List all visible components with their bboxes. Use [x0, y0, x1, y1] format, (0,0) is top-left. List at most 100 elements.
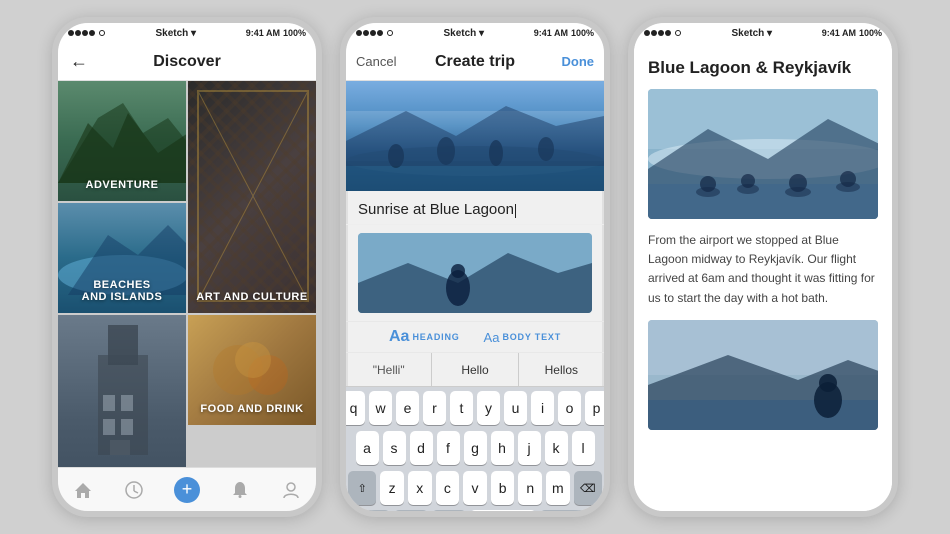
tab-profile[interactable]	[281, 480, 301, 500]
autocomplete-bar: "Helli" Hello Hellos	[346, 353, 604, 387]
autocomplete-2-text: Hello	[461, 363, 488, 377]
blog-hero-image	[648, 89, 878, 219]
key-e[interactable]: e	[396, 391, 419, 425]
category-beaches[interactable]: Beachesand Islands	[58, 203, 186, 313]
key-h[interactable]: h	[491, 431, 514, 465]
key-x[interactable]: x	[408, 471, 432, 505]
kb-row-2: a s d f g h j k l	[346, 427, 604, 467]
network-label: Sketch ▾	[155, 28, 196, 39]
time-label-2: 9:41 AM	[534, 28, 568, 38]
key-o[interactable]: o	[558, 391, 581, 425]
tab-bar-1: +	[58, 467, 316, 511]
key-space[interactable]: space	[470, 510, 536, 511]
art-label: Art and Culture	[188, 291, 316, 303]
category-food[interactable]: Food and Drink	[188, 315, 316, 425]
key-k[interactable]: k	[545, 431, 568, 465]
key-n[interactable]: n	[518, 471, 542, 505]
key-l[interactable]: l	[572, 431, 595, 465]
signal-dots	[68, 28, 106, 39]
key-y[interactable]: y	[477, 391, 500, 425]
key-s[interactable]: s	[383, 431, 406, 465]
create-trip-screen: Sunrise at Blue Lagoon Aa HEADING Aa BOD…	[346, 81, 604, 511]
adventure-label: Adventure	[58, 179, 186, 191]
category-art[interactable]: Art and Culture	[188, 81, 316, 313]
food-label: Food and Drink	[188, 403, 316, 415]
key-u[interactable]: u	[504, 391, 527, 425]
category-extra[interactable]	[58, 315, 186, 467]
blog-screen: Blue Lagoon & Reykjavík	[634, 43, 892, 511]
key-123[interactable]: 123	[350, 510, 390, 511]
heading-label: HEADING	[412, 332, 459, 342]
status-bar-3: Sketch ▾ 9:41 AM 100%	[634, 23, 892, 43]
trip-hero-image	[346, 81, 604, 191]
category-adventure[interactable]: Adventure	[58, 81, 186, 201]
key-mic[interactable]: 🎤	[432, 510, 466, 511]
kb-row-3: ⇧ z x c v b n m ⌫	[346, 467, 604, 507]
key-t[interactable]: t	[450, 391, 473, 425]
nav-bar-2: Cancel Create trip Done	[346, 43, 604, 81]
battery-label-3: 100%	[859, 28, 882, 38]
trip-body-image	[358, 233, 592, 313]
key-b[interactable]: b	[491, 471, 515, 505]
blog-second-image	[648, 320, 878, 430]
tab-notifications[interactable]	[230, 480, 250, 500]
key-v[interactable]: v	[463, 471, 487, 505]
battery-label-2: 100%	[571, 28, 594, 38]
cancel-button[interactable]: Cancel	[356, 54, 396, 69]
blog-title: Blue Lagoon & Reykjavík	[648, 57, 878, 79]
body-format[interactable]: Aa BODY TEXT	[484, 330, 561, 345]
phone-create-trip: Sketch ▾ 9:41 AM 100% Cancel Create trip…	[340, 17, 610, 517]
nav-bar-1: ← Discover	[58, 43, 316, 81]
key-f[interactable]: f	[437, 431, 460, 465]
status-right-2: 9:41 AM 100%	[534, 28, 594, 38]
tab-home[interactable]	[73, 480, 93, 500]
done-button[interactable]: Done	[562, 54, 595, 69]
page-title-2: Create trip	[435, 53, 515, 71]
blog-body-text: From the airport we stopped at Blue Lago…	[648, 231, 878, 308]
autocomplete-2[interactable]: Hello	[432, 353, 518, 386]
category-grid: Adventure Art and Culture Beachesand Isl…	[58, 81, 316, 467]
key-q[interactable]: q	[346, 391, 365, 425]
format-bar: Aa HEADING Aa BODY TEXT	[346, 321, 604, 353]
key-return[interactable]: Return	[540, 510, 600, 511]
key-r[interactable]: r	[423, 391, 446, 425]
phone-blog: Sketch ▾ 9:41 AM 100% Blue Lagoon & Reyk…	[628, 17, 898, 517]
autocomplete-3[interactable]: Hellos	[519, 353, 604, 386]
autocomplete-1[interactable]: "Helli"	[346, 353, 432, 386]
key-c[interactable]: c	[436, 471, 460, 505]
back-button[interactable]: ←	[70, 51, 88, 72]
key-shift[interactable]: ⇧	[348, 471, 376, 505]
trip-title-input[interactable]: Sunrise at Blue Lagoon	[346, 191, 604, 225]
status-bar-2: Sketch ▾ 9:41 AM 100%	[346, 23, 604, 43]
page-title-1: Discover	[153, 53, 221, 71]
trip-title-text: Sunrise at Blue Lagoon	[358, 201, 514, 218]
phone-discover: Sketch ▾ 9:41 AM 100% ← Discover Adventu…	[52, 17, 322, 517]
key-p[interactable]: p	[585, 391, 604, 425]
tab-add[interactable]: +	[174, 477, 200, 503]
key-m[interactable]: m	[546, 471, 570, 505]
cursor	[515, 204, 516, 218]
key-a[interactable]: a	[356, 431, 379, 465]
discover-screen: Adventure Art and Culture Beachesand Isl…	[58, 81, 316, 467]
key-j[interactable]: j	[518, 431, 541, 465]
key-w[interactable]: w	[369, 391, 392, 425]
beaches-label: Beachesand Islands	[58, 279, 186, 303]
key-i[interactable]: i	[531, 391, 554, 425]
key-emoji[interactable]: ☺	[394, 510, 428, 511]
autocomplete-3-text: Hellos	[545, 363, 578, 377]
key-delete[interactable]: ⌫	[574, 471, 602, 505]
status-bar-1: Sketch ▾ 9:41 AM 100%	[58, 23, 316, 43]
signal-dots-3	[644, 28, 682, 39]
key-g[interactable]: g	[464, 431, 487, 465]
status-right: 9:41 AM 100%	[246, 28, 306, 38]
tab-recent[interactable]	[124, 480, 144, 500]
autocomplete-1-text: "Helli"	[373, 363, 405, 377]
heading-aa: Aa	[389, 328, 409, 346]
heading-format[interactable]: Aa HEADING	[389, 328, 460, 346]
network-label-2: Sketch ▾	[443, 28, 484, 39]
add-icon[interactable]: +	[174, 477, 200, 503]
key-z[interactable]: z	[380, 471, 404, 505]
body-aa: Aa	[484, 330, 500, 345]
kb-row-4: 123 ☺ 🎤 space Return	[346, 507, 604, 511]
key-d[interactable]: d	[410, 431, 433, 465]
